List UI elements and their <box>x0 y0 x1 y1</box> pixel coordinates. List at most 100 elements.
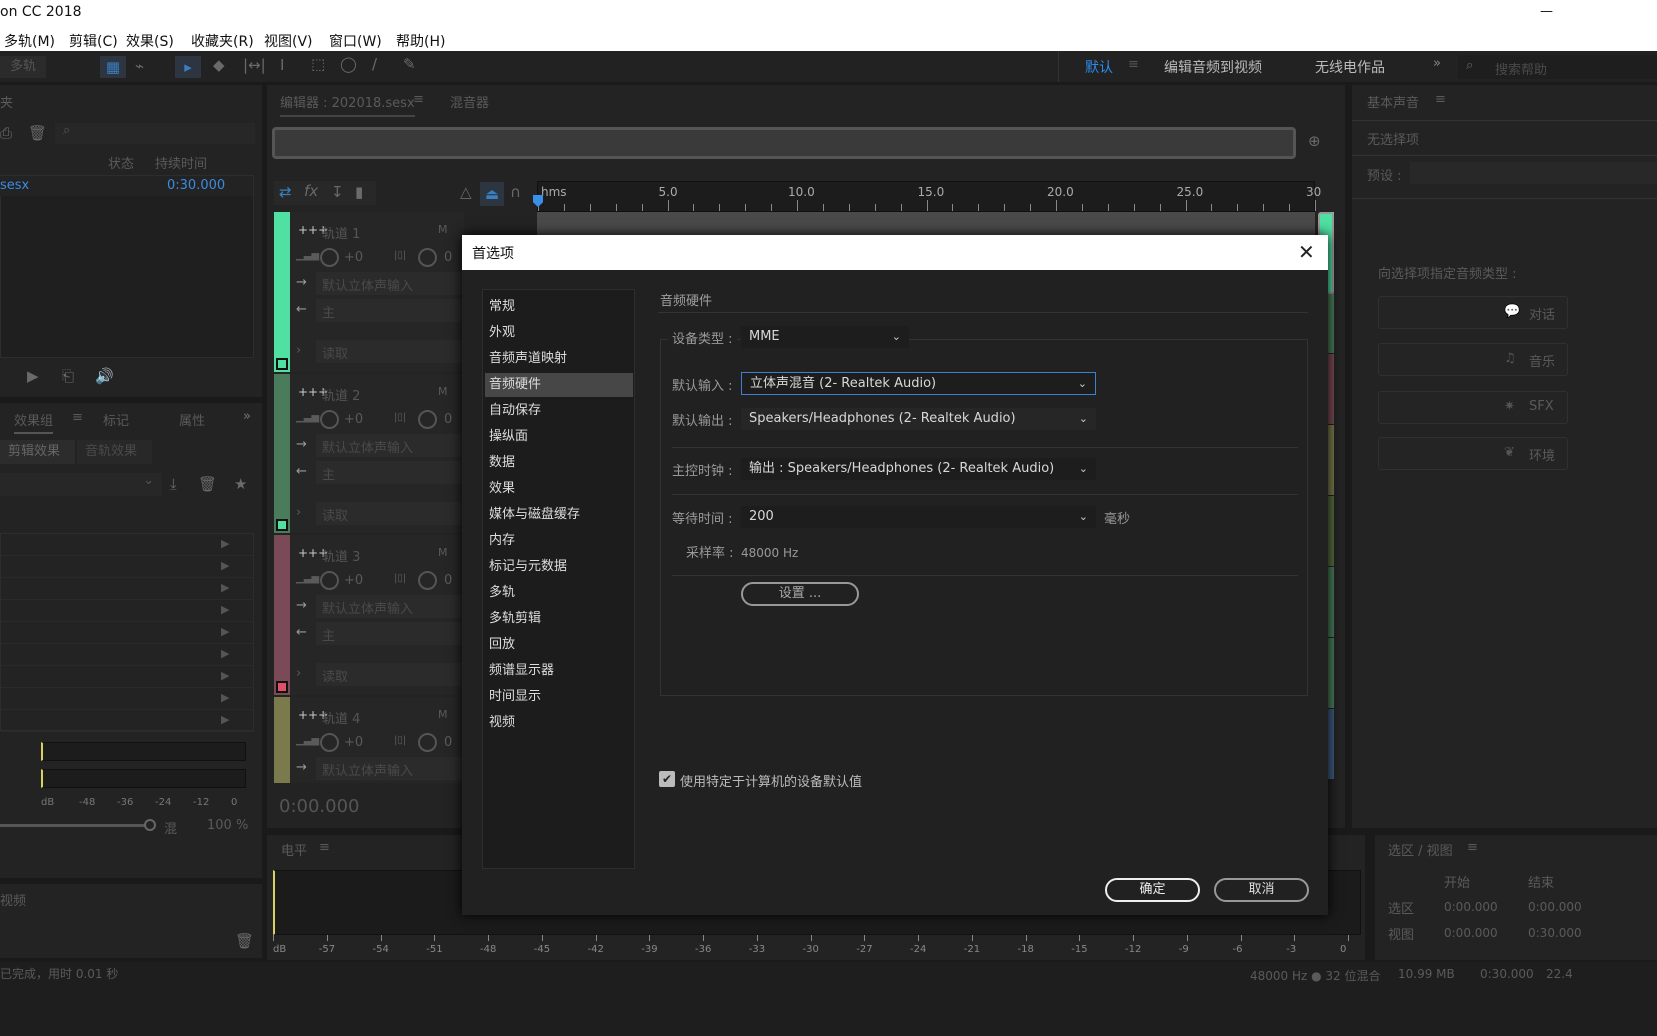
slip-tool-icon[interactable]: |↔| <box>243 58 266 73</box>
nav-item[interactable]: 多轨剪辑 <box>485 607 633 631</box>
delete-icon[interactable]: 🗑 <box>28 126 47 141</box>
nav-item[interactable]: 多轨 <box>485 581 633 605</box>
panel-menu-icon[interactable]: ≡ <box>72 410 83 425</box>
latency-select[interactable]: 200 ⌄ <box>741 506 1096 528</box>
nav-item[interactable]: 自动保存 <box>485 399 633 423</box>
close-icon[interactable]: ✕ <box>1298 240 1315 264</box>
slot-arrow-icon[interactable]: ▶ <box>221 669 229 682</box>
brush-icon[interactable]: / <box>372 57 377 72</box>
slot-arrow-icon[interactable]: ▶ <box>221 713 229 726</box>
autoplay-speaker-icon[interactable]: 🔊 <box>95 369 114 384</box>
slot-arrow-icon[interactable]: ▶ <box>221 647 229 660</box>
nav-item[interactable]: 外观 <box>485 321 633 345</box>
workspace-tab[interactable]: 编辑音频到视频 <box>1164 57 1262 77</box>
track-output-select[interactable]: 主 <box>316 622 464 645</box>
spectral-view-icon[interactable]: ⌁ <box>135 59 144 74</box>
automation-mode-select[interactable]: 读取 <box>316 663 464 686</box>
pan-value[interactable]: 0 <box>444 412 452 427</box>
eq-icon[interactable]: ▮ <box>355 185 363 200</box>
tab-track-effects[interactable]: 音轨效果 <box>77 440 152 464</box>
nav-item[interactable]: 视频 <box>485 711 633 735</box>
selection-start-field[interactable]: 0:00.000 <box>1444 900 1498 914</box>
audio-type-button[interactable]: ♫ 音乐 <box>1378 343 1568 376</box>
mix-slider[interactable] <box>0 824 145 827</box>
menu-item[interactable]: 剪辑(C) <box>69 31 118 51</box>
sends-icon[interactable]: ↧ <box>331 185 344 200</box>
pan-value[interactable]: 0 <box>444 250 452 265</box>
track-arm-indicator[interactable] <box>276 519 288 531</box>
effect-slot[interactable]: ▶ <box>1 622 253 644</box>
preset-field[interactable] <box>1410 162 1657 184</box>
zoom-navigator[interactable] <box>272 127 1296 159</box>
ok-button[interactable]: 确定 <box>1105 878 1200 902</box>
default-output-select[interactable]: Speakers/Headphones (2- Realtek Audio) ⌄ <box>741 408 1096 430</box>
device-type-select[interactable]: MME ⌄ <box>741 326 909 348</box>
automation-mode-select[interactable]: 读取 <box>316 502 464 525</box>
track-arm-indicator[interactable] <box>276 681 288 693</box>
nav-item[interactable]: 音频声道映射 <box>485 347 633 371</box>
tab-editor[interactable]: 编辑器 : 202018.sesx <box>280 92 415 117</box>
track-name[interactable]: 轨道 3 <box>322 546 360 565</box>
minimize-button[interactable]: — <box>1540 4 1553 19</box>
nav-item[interactable]: 媒体与磁盘缓存 <box>485 503 633 527</box>
mute-button[interactable]: M <box>438 708 448 721</box>
timeline-ruler[interactable]: hms 5.0 10.0 15.0 20.0 25.0 30 <box>537 181 1321 212</box>
volume-knob[interactable] <box>320 248 339 267</box>
selection-start-field[interactable]: 0:00.000 <box>1444 926 1498 940</box>
settings-button[interactable]: 设置 ... <box>741 582 859 606</box>
slot-arrow-icon[interactable]: ▶ <box>221 537 229 550</box>
slot-arrow-icon[interactable]: ▶ <box>221 581 229 594</box>
nav-item[interactable]: 操纵面 <box>485 425 633 449</box>
preset-dropdown[interactable]: ⌄ <box>0 473 162 496</box>
effect-slot[interactable]: ▶ <box>1 600 253 622</box>
tab-mixer[interactable]: 混音器 <box>450 92 489 111</box>
automation-mode-select[interactable]: 读取 <box>316 340 464 363</box>
zoom-navigator-icon[interactable]: ⊕ <box>1308 134 1321 149</box>
inputs-outputs-icon[interactable]: ⇄ <box>279 185 292 200</box>
slot-arrow-icon[interactable]: ▶ <box>221 625 229 638</box>
track-input-select[interactable]: 默认立体声输入 <box>316 272 464 295</box>
loop-icon[interactable]: ⎗ <box>62 369 74 384</box>
tab-markers[interactable]: 标记 <box>103 410 129 429</box>
import-icon[interactable]: ⎙ <box>0 126 12 141</box>
selection-end-field[interactable]: 0:00.000 <box>1528 900 1582 914</box>
track-output-select[interactable]: 主 <box>316 461 464 484</box>
move-tool-icon[interactable]: ▸ <box>175 56 201 78</box>
pan-knob[interactable] <box>418 733 437 752</box>
waveform-view-icon[interactable]: ▦ <box>100 56 126 78</box>
overflow-icon[interactable]: » <box>243 409 251 424</box>
slot-arrow-icon[interactable]: ▶ <box>221 559 229 572</box>
audio-type-button[interactable]: ❦ 环境 <box>1378 437 1568 470</box>
track-header[interactable]: +++ 轨道 2 M ▁▃▅ +0 |▯| 0 → 默认立体声输入 ← 主 › 读取 <box>274 374 464 533</box>
track-name[interactable]: 轨道 2 <box>322 385 360 404</box>
volume-knob[interactable] <box>320 733 339 752</box>
effect-slot[interactable]: ▶ <box>1 688 253 710</box>
nav-item[interactable]: 内存 <box>485 529 633 553</box>
track-name[interactable]: 轨道 4 <box>322 708 360 727</box>
column-status[interactable]: 状态 <box>108 153 134 172</box>
effect-slot[interactable]: ▶ <box>1 534 253 556</box>
marquee-icon[interactable]: ⬚ <box>311 57 325 72</box>
search-help-field[interactable]: ⌕ 搜索帮助 <box>1458 55 1657 79</box>
favorite-star-icon[interactable]: ★ <box>234 477 247 492</box>
expand-icon[interactable]: › <box>296 343 301 358</box>
track-arm-indicator[interactable] <box>276 358 288 370</box>
nav-item[interactable]: 常规 <box>485 295 633 319</box>
track-header[interactable]: +++ 轨道 3 M ▁▃▅ +0 |▯| 0 → 默认立体声输入 ← 主 › 读取 <box>274 535 464 695</box>
pan-value[interactable]: 0 <box>444 573 452 588</box>
healing-icon[interactable]: ✎ <box>403 57 416 72</box>
trash-icon[interactable]: 🗑 <box>198 477 217 492</box>
time-selection-icon[interactable]: I <box>280 58 284 73</box>
mute-button[interactable]: M <box>438 546 448 559</box>
razor-tool-icon[interactable]: ◆ <box>213 58 225 73</box>
multitrack-button[interactable]: 多轨 <box>0 56 46 78</box>
tab-clip-effects[interactable]: 剪辑效果 <box>0 440 75 464</box>
nav-item[interactable]: 回放 <box>485 633 633 657</box>
nav-item[interactable]: 标记与元数据 <box>485 555 633 579</box>
save-preset-icon[interactable]: ⤓ <box>170 477 177 492</box>
audio-type-button[interactable]: ✷ SFX <box>1378 391 1568 424</box>
lasso-icon[interactable]: ◯ <box>340 57 357 72</box>
effect-slot[interactable]: ▶ <box>1 710 253 732</box>
tab-effects-rack[interactable]: 效果组 <box>14 410 54 434</box>
snap-icon[interactable]: ⏏ <box>480 182 504 206</box>
